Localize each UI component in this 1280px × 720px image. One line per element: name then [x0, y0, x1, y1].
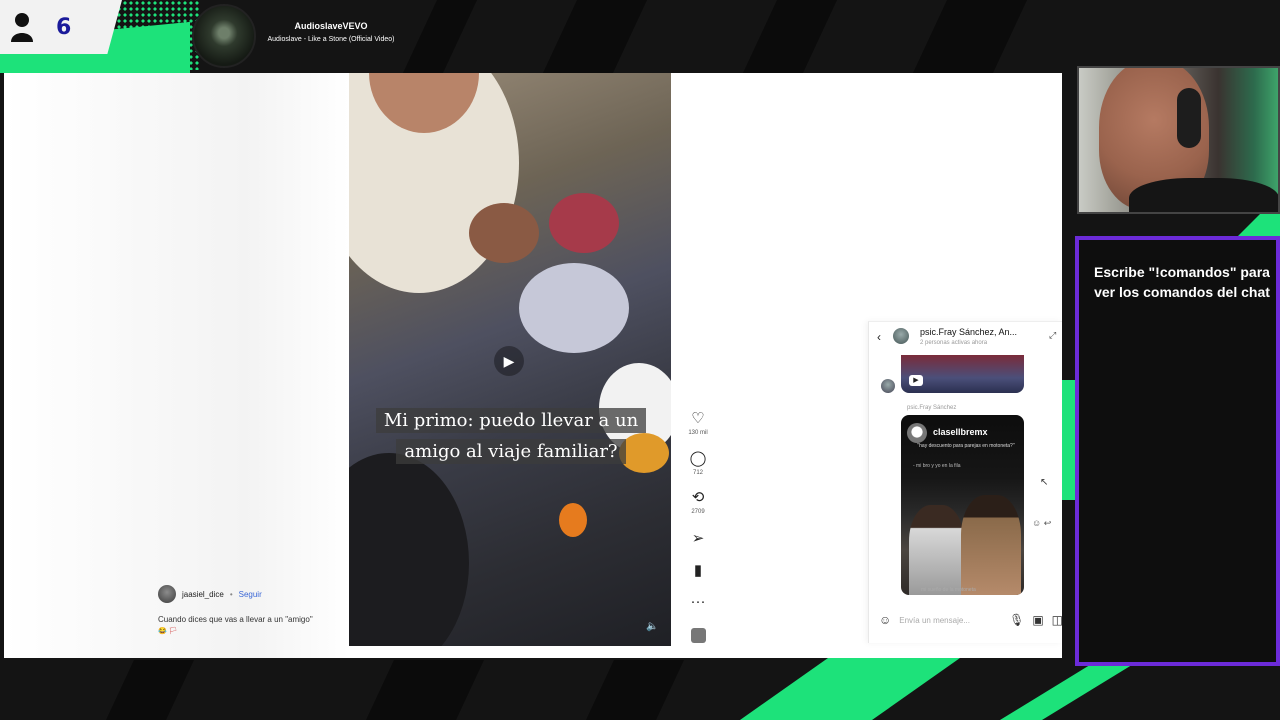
viewer-count-badge: 6 [0, 0, 122, 54]
track-artist: AudioslaveVEVO [294, 21, 368, 31]
comment-button[interactable]: ◯ 712 [684, 450, 712, 477]
browser-capture: ▶ Mi primo: puedo llevar a un amigo al v… [4, 73, 1062, 658]
shared-post-bottom-text: mi sueño de la motoneta [921, 587, 976, 593]
follow-link[interactable]: Seguir [239, 590, 262, 599]
message-actions: ☺ ↩ [1032, 518, 1051, 529]
mouse-cursor-icon: ↖ [1040, 477, 1049, 488]
shared-reel-message[interactable]: ▶ [901, 355, 1024, 393]
bg-stripe [402, 0, 478, 73]
chat-subtitle: 2 personas activas ahora [920, 340, 988, 346]
repost-icon: ⟲ [691, 489, 705, 506]
green-accent [1062, 380, 1076, 500]
track-title: Audioslave - Like a Stone (Official Vide… [267, 36, 395, 43]
comment-icon: ◯ [689, 450, 707, 467]
video-caption-overlay: Mi primo: puedo llevar a un amigo al via… [361, 405, 661, 467]
now-playing-widget: AudioslaveVEVO Audioslave - Like a Stone… [188, 2, 398, 70]
webcam-feed [1077, 66, 1280, 214]
chat-title[interactable]: psic.Fray Sánchez, An... [920, 327, 1017, 337]
shared-post-subtext: - mi bro y yo en la fila [913, 463, 961, 469]
shared-account-name: clasellbremx [933, 427, 988, 437]
author-name[interactable]: jaasiel_dice [182, 590, 224, 599]
bg-stripe [912, 0, 1028, 73]
webcam-shirt [1129, 178, 1278, 212]
sticker-icon[interactable]: ◫ [1052, 613, 1062, 627]
author-avatar[interactable] [158, 585, 176, 603]
repost-count: 2709 [691, 509, 705, 515]
play-button[interactable]: ▶ [494, 346, 524, 376]
reel-icon: ▶ [909, 375, 923, 386]
bookmark-icon: ▮ [693, 562, 703, 579]
expand-icon[interactable]: ⤢ [1049, 330, 1056, 341]
repost-button[interactable]: ⟲ 2709 [684, 489, 712, 516]
sender-avatar [881, 379, 895, 393]
like-count: 130 mil [688, 430, 708, 436]
dm-chat-panel: ‹ psic.Fray Sánchez, An... 2 personas ac… [868, 321, 1062, 643]
video-background-figure [519, 263, 629, 353]
sender-name: psic.Fray Sánchez [907, 405, 957, 411]
post-image-figure [909, 505, 964, 595]
video-background-figure [549, 193, 619, 253]
back-chevron-icon[interactable]: ‹ [877, 330, 881, 344]
chat-commands-box: Escribe "!comandos" para ver los comando… [1075, 236, 1280, 666]
send-icon: ➢ [691, 530, 705, 547]
shared-account-avatar [907, 423, 927, 443]
shared-post-text: "hay descuento para parejas en motoneta?… [917, 443, 1015, 449]
audio-thumbnail-icon [690, 628, 706, 643]
viewer-count: 6 [56, 14, 72, 40]
image-icon[interactable]: ▣ [1032, 613, 1043, 627]
post-caption: Cuando dices que vas a llevar a un "amig… [158, 615, 313, 624]
emoji-icon[interactable]: ☺ [879, 613, 891, 627]
headset [1177, 88, 1201, 148]
message-composer: ☺ Envía un mensaje... 🎙 ▣ ◫ [879, 608, 1062, 632]
green-accent [1000, 660, 1140, 720]
green-dot-pattern [110, 0, 200, 70]
video-fruit [559, 503, 587, 537]
post-image-figure [961, 495, 1021, 595]
volume-icon[interactable]: 🔈 [646, 621, 658, 632]
follow-separator: • [229, 589, 233, 599]
microphone-icon[interactable]: 🎙 [1009, 613, 1024, 627]
video-dark-area [349, 453, 469, 646]
green-accent [740, 658, 960, 720]
reply-icon[interactable]: ↩ [1044, 518, 1052, 528]
save-button[interactable]: ▮ [684, 563, 712, 579]
bg-stripe [742, 0, 838, 73]
message-input[interactable]: Envía un mensaje... [899, 616, 1001, 625]
comment-count: 712 [692, 470, 703, 476]
bg-stripe [366, 660, 484, 720]
commands-instruction: Escribe "!comandos" para ver los comando… [1094, 264, 1270, 300]
page-background [4, 73, 349, 658]
group-avatar[interactable] [893, 328, 909, 344]
person-icon [11, 13, 33, 42]
heart-icon: ♡ [691, 410, 705, 427]
audio-button[interactable] [684, 628, 712, 648]
more-options-button[interactable]: ··· [684, 594, 712, 610]
emoji-react-icon[interactable]: ☺ [1032, 518, 1041, 528]
reel-video[interactable]: ▶ Mi primo: puedo llevar a un amigo al v… [349, 73, 671, 646]
post-emojis: 😂 🏳 [158, 628, 178, 635]
share-button[interactable]: ➢ [684, 531, 712, 547]
more-icon: ··· [690, 593, 706, 610]
stream-overlay: 6 AudioslaveVEVO Audioslave - Like a Sto… [0, 0, 1280, 720]
album-art [192, 4, 256, 68]
post-author-row: jaasiel_dice • Seguir [158, 585, 262, 603]
bg-stripe [542, 0, 648, 73]
video-hands [469, 203, 539, 263]
bg-stripe [106, 660, 194, 720]
like-button[interactable]: ♡ 130 mil [684, 410, 712, 437]
shared-post-message[interactable]: clasellbremx "hay descuento para parejas… [901, 415, 1024, 595]
bg-stripe [586, 660, 684, 720]
